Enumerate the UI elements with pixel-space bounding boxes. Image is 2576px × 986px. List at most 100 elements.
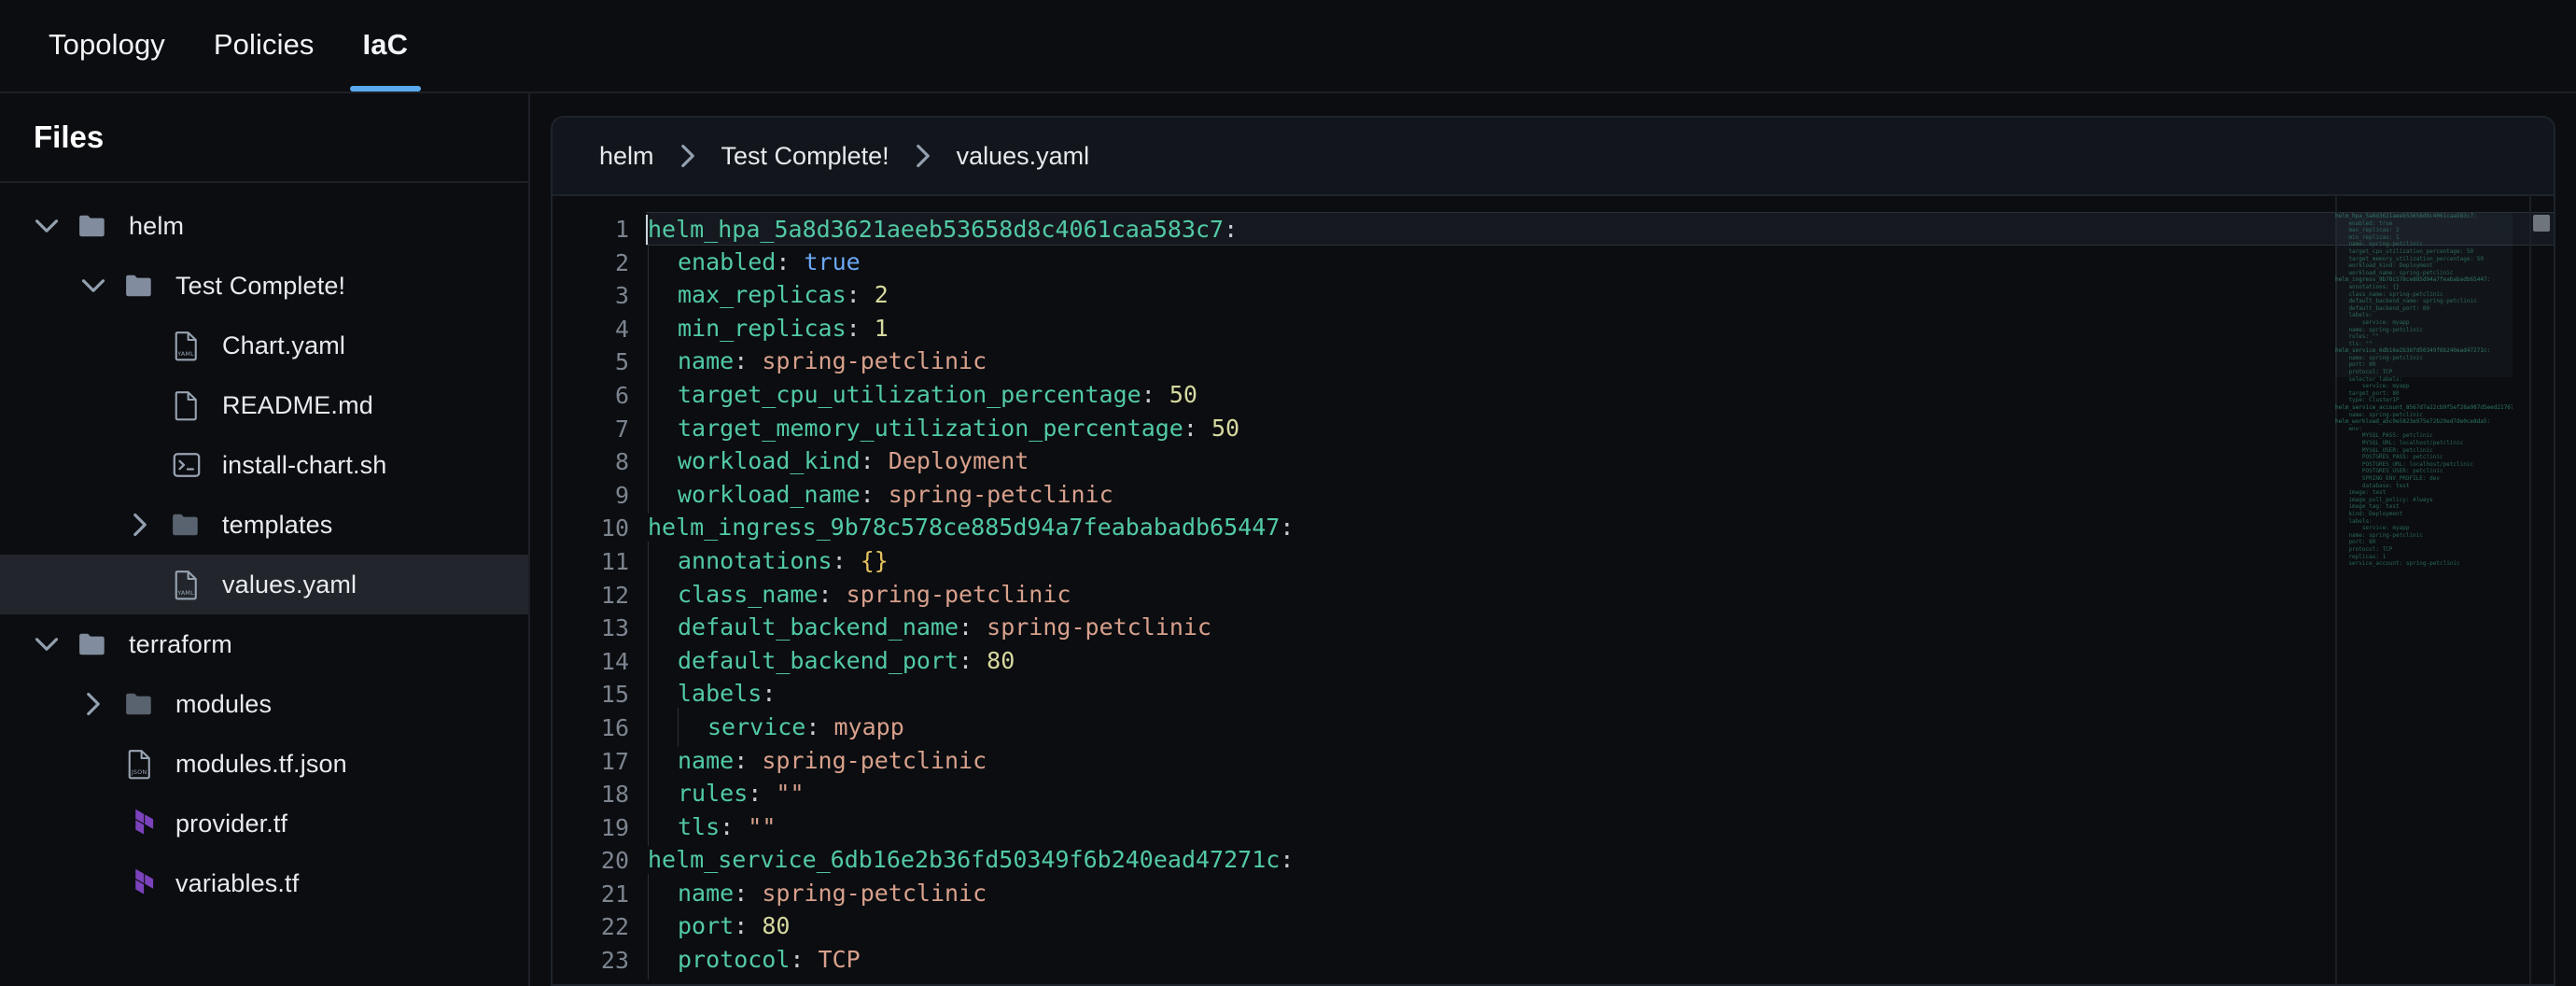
code-line[interactable]: helm_ingress_9b78c578ce885d94a7feababadb… [646,511,2554,544]
line-number: 10 [600,514,629,542]
tree-item-label: helm [129,211,185,240]
tab-topology[interactable]: Topology [24,0,189,92]
folder-open-icon [119,265,161,306]
tree-file-chart-yaml[interactable]: YAML Chart.yaml [0,316,528,375]
svg-text:JSON: JSON [131,768,147,776]
tree-folder-terraform[interactable]: terraform [0,614,528,674]
code-line[interactable]: target_cpu_utilization_percentage: 50 [646,375,2554,415]
code-line[interactable]: default_backend_name: spring-petclinic [646,608,2554,647]
line-number: 4 [614,315,629,343]
code-line[interactable]: helm_service_6db16e2b36fd50349f6b240ead4… [646,843,2554,877]
code-content[interactable]: helm_hpa_5a8d3621aeeb53658d8c4061caa583c… [646,196,2554,984]
line-number: 8 [614,448,629,476]
tree-file-modules-tf-json[interactable]: JSON modules.tf.json [0,734,528,794]
line-number: 20 [600,847,629,875]
vertical-scrollbar[interactable] [2529,196,2554,984]
breadcrumb-item-1[interactable]: Test Complete! [712,138,899,175]
files-sidebar: Files helm Test Complete! YAML Chart.yaml RE… [0,93,530,986]
code-line[interactable]: port: 80 [646,907,2554,946]
code-editor[interactable]: 1 2 3 4 5 6 7 8 9 10 11 12 13 14 15 16 17 18 19 20 21 22 23 he… [553,196,2554,984]
code-line[interactable]: name: spring-petclinic [646,740,2554,780]
code-line[interactable]: default_backend_port: 80 [646,641,2554,680]
folder-closed-icon [166,504,207,545]
line-number: 1 [614,216,629,243]
line-number: 18 [600,781,629,809]
code-line[interactable]: name: spring-petclinic [646,342,2554,381]
tab-label: Policies [213,28,315,61]
vertical-scrollbar-thumb[interactable] [2533,215,2550,232]
files-panel-title: Files [34,120,105,154]
tree-folder-helm[interactable]: helm [0,196,528,256]
tree-item-label: README.md [222,390,373,419]
code-line[interactable]: class_name: spring-petclinic [646,574,2554,613]
code-line[interactable]: min_replicas: 1 [646,308,2554,347]
tree-file-provider-tf[interactable]: provider.tf [0,794,528,853]
line-number: 12 [600,581,629,609]
line-number: 21 [600,880,629,908]
code-line[interactable]: name: spring-petclinic [646,873,2554,913]
file-tree[interactable]: helm Test Complete! YAML Chart.yaml README.m… [0,183,528,986]
line-number: 11 [600,547,629,575]
main-tab-bar: Topology Policies IaC [0,0,2576,93]
tree-file-readme-md[interactable]: README.md [0,375,528,435]
breadcrumb-item-2[interactable]: values.yaml [947,138,1099,175]
code-line[interactable]: protocol: TCP [646,940,2554,979]
code-line[interactable]: annotations: {} [646,541,2554,581]
yaml-file-icon: YAML [166,325,207,366]
chevron-down-icon[interactable] [75,267,112,304]
tree-folder-templates[interactable]: templates [0,495,528,555]
document-file-icon [166,385,207,426]
tree-item-label: modules [175,689,273,718]
tree-item-label: terraform [129,629,232,658]
tree-item-label: Chart.yaml [222,331,346,359]
tree-item-label: variables.tf [175,868,300,897]
line-number: 14 [600,647,629,675]
code-line[interactable]: labels: [646,674,2554,713]
svg-text:YAML: YAML [176,589,194,597]
editor-card: helm Test Complete! values.yaml 1234567891… [551,116,2555,986]
code-line[interactable]: target_memory_utilization_percentage: 50 [646,408,2554,447]
chevron-down-icon[interactable] [28,626,65,663]
tree-item-label: install-chart.sh [222,450,387,479]
files-sidebar-header: Files [0,93,528,183]
iac-file-browser-app: Topology Policies IaC Files helm Test Compl… [0,0,2576,986]
chevron-right-icon[interactable] [121,506,159,543]
text-cursor [646,215,648,245]
code-line[interactable]: workload_kind: Deployment [646,442,2554,481]
code-line[interactable]: rules: "" [646,774,2554,813]
tree-file-install-chart-sh[interactable]: install-chart.sh [0,435,528,495]
line-number: 19 [600,813,629,841]
line-number: 15 [600,681,629,709]
code-line[interactable]: tls: "" [646,807,2554,846]
tree-file-variables-tf[interactable]: variables.tf [0,853,528,913]
code-line[interactable]: workload_name: spring-petclinic [646,474,2554,514]
json-file-icon: JSON [119,743,161,784]
breadcrumb-item-0[interactable]: helm [590,138,664,175]
tab-iac[interactable]: IaC [339,0,433,92]
tree-folder-test-complete[interactable]: Test Complete! [0,256,528,316]
tab-policies[interactable]: Policies [189,0,339,92]
folder-open-icon [73,205,114,246]
tree-item-label: values.yaml [222,570,357,599]
chevron-right-icon[interactable] [75,685,112,723]
tab-label: IaC [362,28,409,61]
chevron-down-icon[interactable] [28,207,65,245]
code-line[interactable]: enabled: true [646,242,2554,281]
code-line[interactable]: max_replicas: 2 [646,275,2554,315]
svg-text:YAML: YAML [176,350,194,358]
code-line[interactable]: helm_hpa_5a8d3621aeeb53658d8c4061caa583c… [646,212,2554,246]
chevron-right-icon [667,135,708,176]
line-number: 6 [614,381,629,409]
line-number: 7 [614,415,629,443]
line-number: 5 [614,348,629,376]
tree-file-values-yaml[interactable]: YAML values.yaml [0,555,528,614]
line-number: 23 [600,947,629,975]
tree-item-label: modules.tf.json [175,749,347,778]
tab-label: Topology [49,28,165,61]
tree-item-label: templates [222,510,333,539]
tree-folder-modules[interactable]: modules [0,674,528,734]
tree-item-label: Test Complete! [175,271,346,300]
code-line[interactable]: service: myapp [646,707,2554,747]
terraform-icon [119,803,161,844]
line-number-gutter: 1 2 3 4 5 6 7 8 9 10 11 12 13 14 15 16 17 18 19 20 21 22 23 [553,196,646,984]
